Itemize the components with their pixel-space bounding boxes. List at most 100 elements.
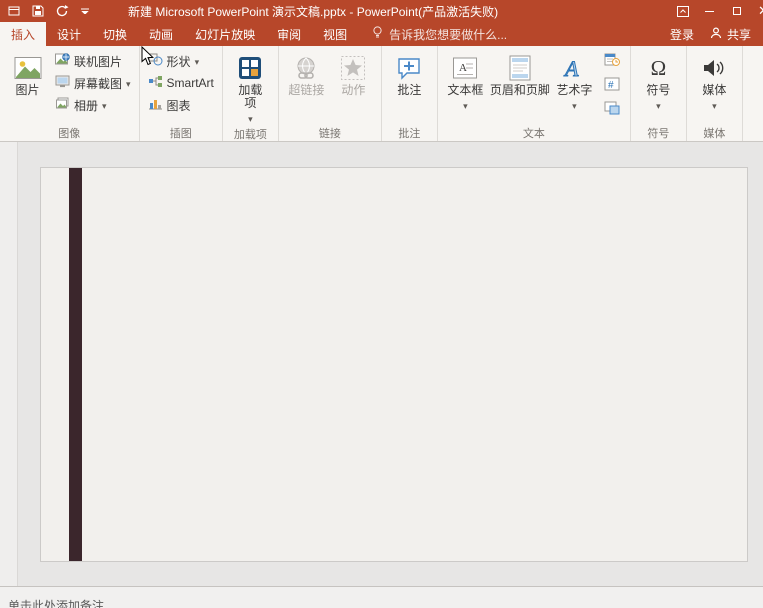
minimize-button[interactable] (696, 0, 723, 22)
ribbon-group-images: 图片 联机图片 屏幕截图 (0, 46, 140, 141)
slide-canvas[interactable] (18, 142, 763, 586)
wordart-dropdown-icon (572, 98, 577, 112)
tab-review-label: 审阅 (277, 26, 301, 43)
group-label-comments: 批注 (382, 124, 437, 141)
ribbon-group-comments: 批注 批注 (382, 46, 438, 141)
slide-number-icon: # (604, 77, 620, 96)
shapes-icon (148, 53, 163, 69)
pictures-button[interactable]: 图片 (4, 48, 51, 124)
tab-view[interactable]: 视图 (312, 22, 358, 46)
wordart-label: 艺术字 (556, 84, 592, 97)
speaker-icon (702, 52, 726, 84)
tab-transitions-label: 切换 (103, 26, 127, 43)
share-button[interactable]: 共享 (704, 22, 763, 46)
pictures-label: 图片 (15, 84, 39, 97)
customize-quick-access-icon[interactable] (81, 8, 89, 14)
powerpoint-window: 新建 Microsoft PowerPoint 演示文稿.pptx - Powe… (0, 0, 763, 608)
omega-symbol-icon: Ω (651, 52, 667, 84)
tab-review[interactable]: 审阅 (266, 22, 312, 46)
header-footer-button[interactable]: 页眉和页脚 (489, 48, 551, 124)
online-pictures-label: 联机图片 (74, 53, 122, 70)
wordart-icon: A (561, 52, 587, 84)
tell-me-placeholder: 告诉我您想要做什么... (389, 26, 507, 43)
media-label: 媒体 (702, 84, 726, 97)
symbol-button[interactable]: Ω 符号 (635, 48, 682, 124)
symbol-label: 符号 (646, 84, 670, 97)
comment-icon (396, 52, 422, 84)
ribbon-group-illustrations: 形状 SmartArt 图表 (140, 46, 223, 141)
slide-thumbnail-pane[interactable] (0, 142, 18, 586)
svg-text:A: A (459, 62, 467, 74)
window-controls: ✕ (669, 0, 763, 22)
tab-insert[interactable]: 插入 (0, 22, 46, 46)
smartart-label: SmartArt (167, 76, 214, 90)
tab-slideshow-label: 幻灯片放映 (195, 26, 255, 43)
close-button[interactable]: ✕ (750, 0, 763, 22)
screenshot-icon (55, 75, 70, 91)
photo-album-button[interactable]: 相册 (51, 94, 135, 116)
chart-button[interactable]: 图表 (144, 94, 218, 116)
date-time-button[interactable] (600, 51, 624, 73)
smartart-icon (148, 75, 163, 91)
svg-text:#: # (608, 80, 614, 91)
photo-album-label: 相册 (74, 97, 98, 114)
addins-label: 加载项 (235, 84, 265, 110)
app-window-icon[interactable] (8, 5, 20, 17)
tab-slideshow[interactable]: 幻灯片放映 (184, 22, 266, 46)
textbox-icon: A (452, 52, 478, 84)
tab-animations-label: 动画 (149, 26, 173, 43)
maximize-button[interactable] (723, 0, 750, 22)
tab-design[interactable]: 设计 (46, 22, 92, 46)
new-comment-button[interactable]: 批注 (386, 48, 433, 124)
header-footer-label: 页眉和页脚 (490, 84, 550, 97)
ribbon-group-links: 超链接 动作 链接 (279, 46, 382, 141)
group-label-links: 链接 (279, 124, 381, 141)
workspace (0, 142, 763, 586)
media-button[interactable]: 媒体 (691, 48, 738, 124)
media-dropdown-icon (712, 98, 717, 112)
notes-pane[interactable]: 单击此处添加备注 (0, 586, 763, 608)
tab-animations[interactable]: 动画 (138, 22, 184, 46)
action-icon (340, 52, 366, 84)
window-title: 新建 Microsoft PowerPoint 演示文稿.pptx - Powe… (128, 3, 498, 20)
person-icon (710, 27, 722, 42)
images-small-column: 联机图片 屏幕截图 相册 (51, 48, 135, 124)
object-button[interactable] (600, 99, 624, 121)
group-label-images: 图像 (0, 124, 139, 141)
hyperlink-button: 超链接 (283, 48, 330, 124)
online-pictures-button[interactable]: 联机图片 (51, 50, 135, 72)
ribbon-display-options-button[interactable] (669, 0, 696, 22)
title-bar: 新建 Microsoft PowerPoint 演示文稿.pptx - Powe… (0, 0, 763, 22)
ribbon-group-text: A 文本框 页眉和页脚 A 艺术字 (438, 46, 631, 141)
smartart-button[interactable]: SmartArt (144, 72, 218, 94)
shapes-button[interactable]: 形状 (144, 50, 218, 72)
wordart-button[interactable]: A 艺术字 (551, 48, 598, 124)
shapes-label: 形状 (167, 53, 191, 70)
sign-in-button[interactable]: 登录 (660, 22, 704, 46)
sign-in-label: 登录 (670, 26, 694, 43)
slide-theme-stripe (69, 168, 82, 561)
action-button: 动作 (330, 48, 377, 124)
tab-insert-label: 插入 (11, 26, 35, 43)
tab-bar-spacer (507, 22, 660, 46)
addins-button[interactable]: 加载项 (227, 48, 274, 125)
textbox-label: 文本框 (447, 84, 483, 97)
screenshot-button[interactable]: 屏幕截图 (51, 72, 135, 94)
tab-transitions[interactable]: 切换 (92, 22, 138, 46)
notes-placeholder[interactable]: 单击此处添加备注 (8, 597, 763, 608)
slide[interactable] (40, 167, 748, 562)
save-icon[interactable] (32, 5, 44, 17)
ribbon-group-addins: 加载项 加载项 (223, 46, 279, 141)
photo-album-dropdown-icon (102, 98, 107, 112)
redo-icon[interactable] (56, 5, 69, 17)
tell-me-box[interactable]: 告诉我您想要做什么... (372, 22, 507, 46)
slide-number-button[interactable]: # (600, 75, 624, 97)
textbox-button[interactable]: A 文本框 (442, 48, 489, 124)
svg-text:A: A (563, 56, 579, 81)
header-footer-icon (508, 52, 532, 84)
hyperlink-label: 超链接 (288, 84, 324, 97)
chart-icon (148, 97, 163, 113)
addins-icon (237, 52, 263, 84)
tab-view-label: 视图 (323, 26, 347, 43)
tab-design-label: 设计 (57, 26, 81, 43)
